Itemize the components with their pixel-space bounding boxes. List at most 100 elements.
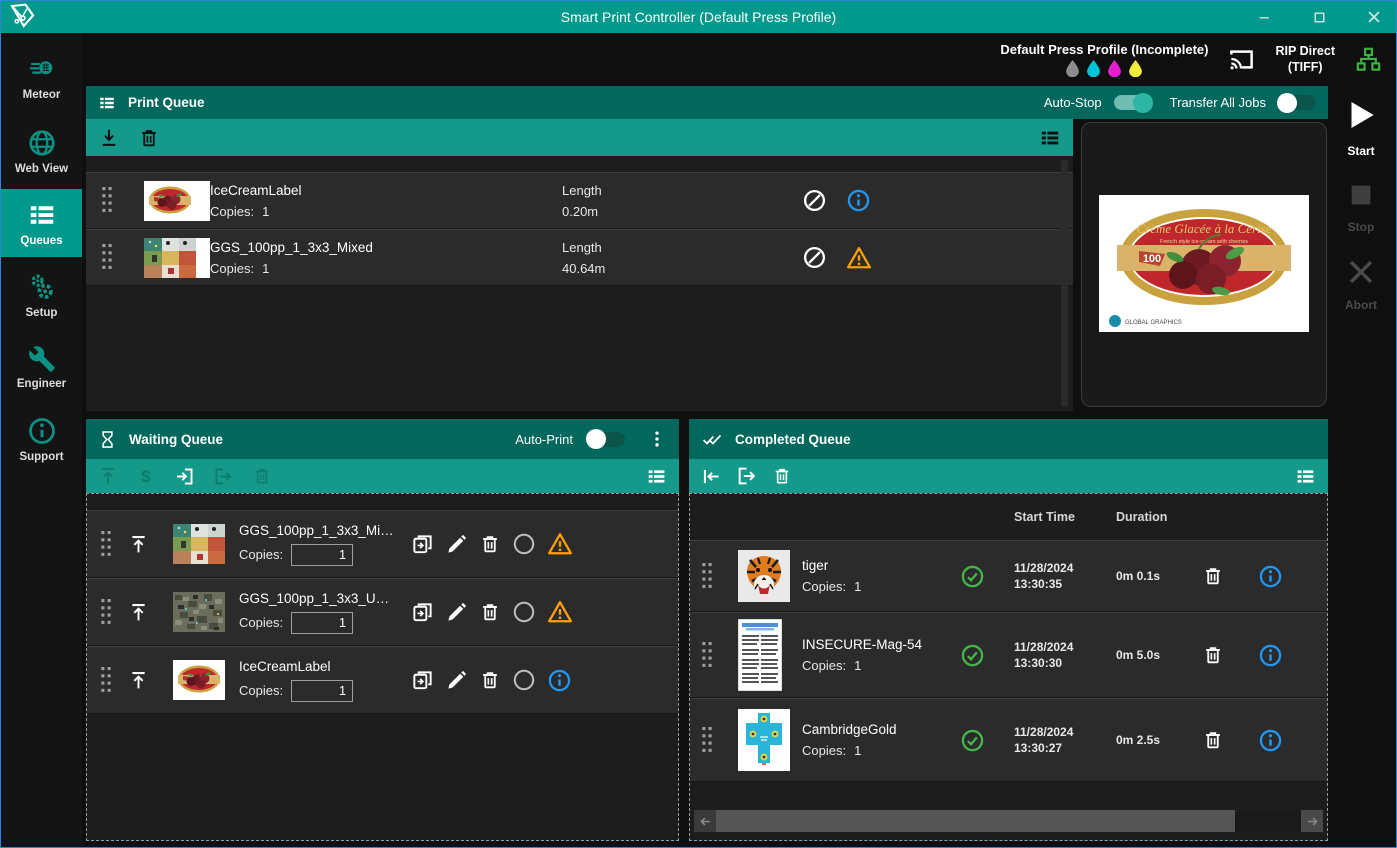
warning-status-icon[interactable] [547, 599, 573, 625]
play-icon [1342, 96, 1380, 134]
print-queue-row[interactable]: IceCreamLabel Copies:1 Length 0.20m [86, 172, 1073, 229]
completed-queue-row[interactable]: tiger Copies:1 11/28/202413:30:35 0m 0.1… [690, 540, 1327, 612]
delete-job-icon[interactable] [1202, 729, 1248, 751]
warning-status-icon[interactable] [846, 245, 872, 271]
copies-input[interactable] [291, 680, 353, 702]
delete-job-icon[interactable] [772, 466, 792, 486]
scroll-left-icon[interactable] [694, 810, 716, 832]
sidebar-item-support[interactable]: Support [1, 405, 82, 473]
job-thumbnail [144, 181, 210, 221]
move-to-top-icon[interactable] [128, 602, 149, 623]
sidebar: Meteor Web View Queues Setup Engineer Su… [1, 33, 82, 847]
abort-button[interactable]: Abort [1345, 256, 1377, 312]
maximize-icon[interactable] [1305, 4, 1333, 30]
completed-queue-column-headers: Start Time Duration [690, 494, 1327, 540]
block-job-icon[interactable] [802, 188, 846, 213]
import-job-icon[interactable] [98, 127, 120, 149]
export-job-icon[interactable] [736, 465, 758, 487]
close-icon[interactable] [1360, 4, 1388, 30]
drag-handle-icon[interactable] [702, 563, 738, 590]
waiting-queue-row[interactable]: GGS_100pp_1_3x3_Mi… Copies: [87, 510, 678, 578]
move-to-top-icon[interactable] [128, 534, 149, 555]
delete-job-icon[interactable] [138, 127, 160, 149]
move-to-top-icon[interactable] [128, 670, 149, 691]
info-status-icon[interactable] [1248, 728, 1304, 753]
drag-handle-icon[interactable] [102, 244, 144, 271]
job-name: tiger [802, 558, 960, 573]
block-job-icon[interactable] [802, 245, 846, 270]
sidebar-item-engineer[interactable]: Engineer [1, 333, 82, 401]
move-to-start-icon[interactable] [701, 466, 722, 487]
network-status-icon[interactable] [1355, 46, 1382, 73]
print-queue-row[interactable]: GGS_100pp_1_3x3_Mixed Copies:1 Length 40… [86, 229, 1073, 286]
drag-handle-icon[interactable] [702, 642, 738, 669]
drag-handle-icon[interactable] [101, 667, 112, 694]
drag-handle-icon[interactable] [101, 599, 112, 626]
scrollbar-thumb[interactable] [716, 810, 1235, 832]
delete-job-icon[interactable] [479, 533, 501, 555]
drag-handle-icon[interactable] [101, 531, 112, 558]
ink-drop-magenta-icon [1108, 60, 1121, 77]
duplicate-job-icon[interactable] [411, 669, 434, 692]
info-status-icon[interactable] [1248, 643, 1304, 668]
delete-job-icon[interactable] [1202, 644, 1248, 666]
job-thumbnail [173, 660, 225, 700]
drag-handle-icon[interactable] [102, 187, 144, 214]
duplicate-job-icon[interactable] [411, 533, 434, 556]
completed-queue-row[interactable]: INSECURE-Mag-54 Copies:1 11/28/202413:30… [690, 612, 1327, 698]
export-job-icon[interactable] [213, 466, 234, 487]
sidebar-item-web-view[interactable]: Web View [1, 117, 82, 185]
view-mode-icon[interactable] [646, 466, 667, 487]
waiting-queue-row[interactable]: IceCreamLabel Copies: [87, 646, 678, 714]
delete-job-icon[interactable] [479, 601, 501, 623]
edit-job-icon[interactable] [445, 601, 468, 624]
kebab-menu-icon[interactable] [647, 429, 667, 449]
copies-input[interactable] [291, 612, 353, 634]
select-radio-icon[interactable] [512, 532, 536, 556]
cast-icon[interactable] [1228, 46, 1255, 73]
ink-drop-cyan-icon [1087, 60, 1100, 77]
delete-job-icon[interactable] [1202, 565, 1248, 587]
cost-icon[interactable] [136, 466, 156, 486]
start-time: 13:30:27 [1014, 740, 1116, 756]
stop-button[interactable]: Stop [1346, 180, 1376, 234]
select-radio-icon[interactable] [512, 600, 536, 624]
transfer-all-jobs-toggle[interactable] [1278, 95, 1316, 110]
sidebar-item-queues[interactable]: Queues [1, 189, 82, 257]
delete-job-icon[interactable] [479, 669, 501, 691]
copies-value: 1 [854, 579, 861, 594]
info-status-icon[interactable] [547, 668, 572, 693]
job-thumbnail [738, 709, 790, 771]
scroll-right-icon[interactable] [1301, 810, 1323, 832]
completed-queue-row[interactable]: CambridgeGold Copies:1 11/28/202413:30:2… [690, 698, 1327, 782]
job-name: GGS_100pp_1_3x3_Mi… [239, 523, 411, 538]
edit-job-icon[interactable] [445, 533, 468, 556]
waiting-queue-row[interactable]: GGS_100pp_1_3x3_U… Copies: [87, 578, 678, 646]
completed-queue-hscrollbar[interactable] [694, 810, 1323, 832]
view-mode-icon[interactable] [1295, 466, 1316, 487]
sidebar-item-setup[interactable]: Setup [1, 261, 82, 329]
start-date: 11/28/2024 [1014, 724, 1116, 740]
import-job-icon[interactable] [174, 466, 195, 487]
print-queue-toolbar [86, 119, 1073, 156]
auto-print-toggle[interactable] [587, 432, 625, 447]
info-status-icon[interactable] [846, 188, 871, 213]
auto-stop-toggle[interactable] [1114, 95, 1152, 110]
view-mode-icon[interactable] [1039, 127, 1061, 149]
start-button[interactable]: Start [1342, 96, 1380, 158]
move-to-top-icon[interactable] [98, 466, 118, 486]
duration-value: 0m 5.0s [1116, 648, 1202, 662]
minimize-icon[interactable] [1250, 4, 1278, 30]
print-queue-scrollbar[interactable] [1061, 160, 1068, 407]
length-label: Length [562, 240, 802, 255]
info-status-icon[interactable] [1248, 564, 1304, 589]
edit-job-icon[interactable] [445, 669, 468, 692]
copies-input[interactable] [291, 544, 353, 566]
length-label: Length [562, 183, 802, 198]
duplicate-job-icon[interactable] [411, 601, 434, 624]
drag-handle-icon[interactable] [702, 727, 738, 754]
sidebar-item-meteor[interactable]: Meteor [1, 45, 82, 113]
select-radio-icon[interactable] [512, 668, 536, 692]
warning-status-icon[interactable] [547, 531, 573, 557]
delete-job-icon[interactable] [252, 466, 272, 486]
